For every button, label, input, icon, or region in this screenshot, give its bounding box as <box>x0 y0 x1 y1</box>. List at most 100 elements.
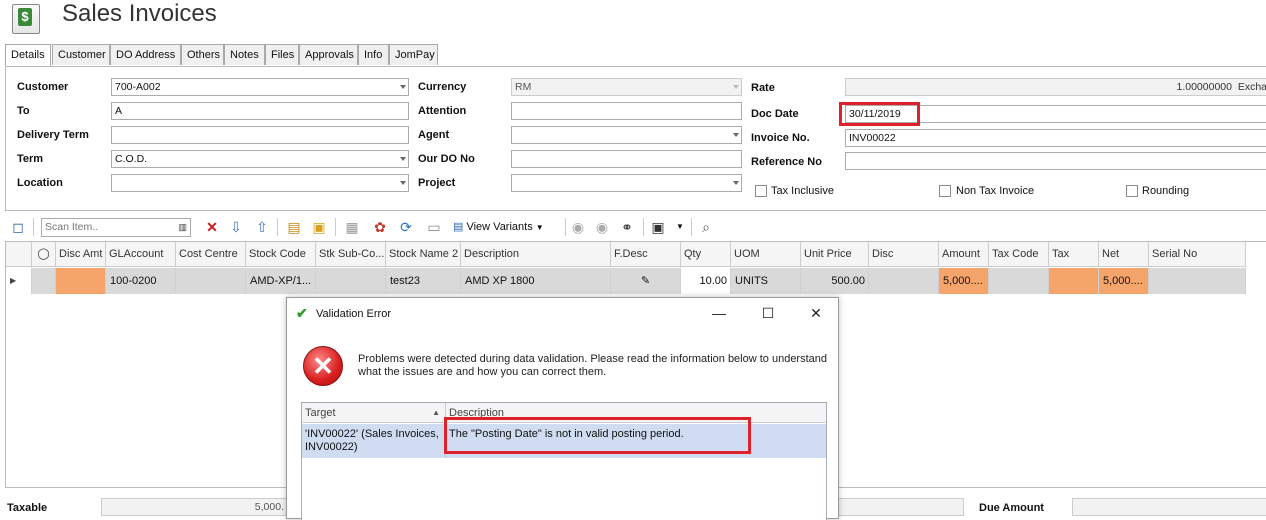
cell-stock-name-2[interactable]: test23 <box>386 268 461 294</box>
customer-field[interactable]: 700-A002 <box>111 78 409 96</box>
tab-customer[interactable]: Customer <box>52 44 110 65</box>
page-title: Sales Invoices <box>62 0 217 27</box>
validation-error-dialog: ✔ Validation Error — ☐ ✕ ✕ Problems were… <box>286 297 839 520</box>
copy-icon[interactable]: ▤ <box>285 218 303 236</box>
edit-note-icon[interactable]: ✎ <box>611 268 681 294</box>
col-unit-price[interactable]: Unit Price <box>801 242 869 267</box>
up-circle-icon[interactable]: ◉ <box>569 218 587 236</box>
col-cost-centre[interactable]: Cost Centre <box>176 242 246 267</box>
close-button[interactable]: ✕ <box>806 304 826 322</box>
agent-field[interactable] <box>511 126 742 144</box>
rounding-checkbox[interactable] <box>1126 185 1138 197</box>
row-indicator-icon[interactable]: ▶ <box>6 268 32 294</box>
invoice-no-field[interactable]: INV00022 <box>845 129 1266 147</box>
cell-uom[interactable]: UNITS <box>731 268 801 294</box>
cell-unit-price[interactable]: 500.00 <box>801 268 869 294</box>
to-field[interactable]: A <box>111 102 409 120</box>
new-row-icon[interactable]: ◻ <box>9 218 27 236</box>
project-label: Project <box>418 177 456 189</box>
grid-icon: ▤ <box>453 221 464 233</box>
term-field[interactable]: C.O.D. <box>111 150 409 168</box>
doc-date-highlight <box>839 102 920 126</box>
select-all-radio[interactable]: ◯ <box>32 242 56 267</box>
project-field[interactable] <box>511 174 742 192</box>
cell-qty[interactable]: 10.00 <box>681 268 731 294</box>
col-stock-name-2[interactable]: Stock Name 2 <box>386 242 461 267</box>
palette-icon[interactable]: ✿ <box>371 218 389 236</box>
col-stk-sub-code[interactable]: Stk Sub-Co... <box>316 242 386 267</box>
chevron-down-icon[interactable] <box>733 133 739 137</box>
cell-cost-centre[interactable] <box>176 268 246 294</box>
attention-label: Attention <box>418 105 467 117</box>
scan-item-input[interactable]: Scan Item.. ▥ <box>41 218 191 237</box>
tax-inclusive-checkbox[interactable] <box>755 185 767 197</box>
tab-do-address[interactable]: DO Address <box>110 44 181 65</box>
cell-amount[interactable]: 5,000.... <box>939 268 989 294</box>
package-icon[interactable]: ▣ <box>310 218 328 236</box>
view-variants-button[interactable]: ▤ View Variants ▼ <box>453 218 544 236</box>
cell-serial-no[interactable] <box>1149 268 1246 294</box>
refresh-icon[interactable]: ⟳ <box>397 218 415 236</box>
col-stock-code[interactable]: Stock Code <box>246 242 316 267</box>
save-layout-icon[interactable]: ▣ <box>649 218 667 236</box>
delivery-term-field[interactable] <box>111 126 409 144</box>
maximize-button[interactable]: ☐ <box>758 304 778 322</box>
cell-tax[interactable] <box>1049 268 1099 294</box>
taxable-label: Taxable <box>7 502 48 514</box>
search-icon[interactable]: ⌕ <box>697 218 715 236</box>
row-indicator-header <box>6 242 32 267</box>
tab-info[interactable]: Info <box>358 44 389 65</box>
col-tax[interactable]: Tax <box>1049 242 1099 267</box>
rate-label: Rate <box>751 82 775 94</box>
cell-disc[interactable] <box>869 268 939 294</box>
window-icon[interactable]: ▭ <box>425 218 443 236</box>
binoculars-icon[interactable]: ⚭ <box>618 218 636 236</box>
non-tax-invoice-checkbox[interactable] <box>939 185 951 197</box>
tab-approvals[interactable]: Approvals <box>299 44 358 65</box>
col-gl-account[interactable]: GLAccount <box>106 242 176 267</box>
location-field[interactable] <box>111 174 409 192</box>
cell-description[interactable]: AMD XP 1800 <box>461 268 611 294</box>
chevron-down-icon[interactable] <box>400 181 406 185</box>
col-uom[interactable]: UOM <box>731 242 801 267</box>
cell-disc-amt[interactable] <box>56 268 106 294</box>
col-net[interactable]: Net <box>1099 242 1149 267</box>
tab-jompay[interactable]: JomPay <box>389 44 438 65</box>
chevron-down-icon[interactable]: ▼ <box>671 218 689 236</box>
reference-no-label: Reference No <box>751 156 822 168</box>
cell-tax-code[interactable] <box>989 268 1049 294</box>
col-qty[interactable]: Qty <box>681 242 731 267</box>
tab-others[interactable]: Others <box>181 44 224 65</box>
tab-notes[interactable]: Notes <box>224 44 265 65</box>
down-circle-icon[interactable]: ◉ <box>593 218 611 236</box>
col-description[interactable]: Description <box>461 242 611 267</box>
chevron-down-icon[interactable] <box>400 157 406 161</box>
move-down-icon[interactable]: ⇩ <box>227 218 245 236</box>
attention-field[interactable] <box>511 102 742 120</box>
col-f-desc[interactable]: F.Desc <box>611 242 681 267</box>
detail-toolbar: ◻ Scan Item.. ▥ ✕ ⇩ ⇧ ▤ ▣ ▦ ✿ ⟳ ▭ ▤ View … <box>5 214 1266 240</box>
chevron-down-icon[interactable] <box>400 85 406 89</box>
col-amount[interactable]: Amount <box>939 242 989 267</box>
move-up-icon[interactable]: ⇧ <box>253 218 271 236</box>
tab-details[interactable]: Details <box>5 44 51 67</box>
cell-stk-sub-code[interactable] <box>316 268 386 294</box>
col-target[interactable]: Target ▲ <box>302 403 446 423</box>
reference-no-field[interactable] <box>845 152 1266 170</box>
col-serial-no[interactable]: Serial No <box>1149 242 1246 267</box>
stack-icon[interactable]: ▦ <box>343 218 361 236</box>
cell-gl-account[interactable]: 100-0200 <box>106 268 176 294</box>
chevron-down-icon <box>733 85 739 89</box>
minimize-button[interactable]: — <box>709 304 729 322</box>
col-tax-code[interactable]: Tax Code <box>989 242 1049 267</box>
row-select-cell[interactable] <box>32 268 56 294</box>
cell-stock-code[interactable]: AMD-XP/1... <box>246 268 316 294</box>
col-disc[interactable]: Disc <box>869 242 939 267</box>
cell-net[interactable]: 5,000.... <box>1099 268 1149 294</box>
our-do-no-field[interactable] <box>511 150 742 168</box>
col-disc-amt[interactable]: Disc Amt <box>56 242 106 267</box>
tab-files[interactable]: Files <box>265 44 299 65</box>
error-target-cell[interactable]: 'INV00022' (Sales Invoices, INV00022) <box>302 424 446 458</box>
delete-icon[interactable]: ✕ <box>203 218 221 236</box>
chevron-down-icon[interactable] <box>733 181 739 185</box>
